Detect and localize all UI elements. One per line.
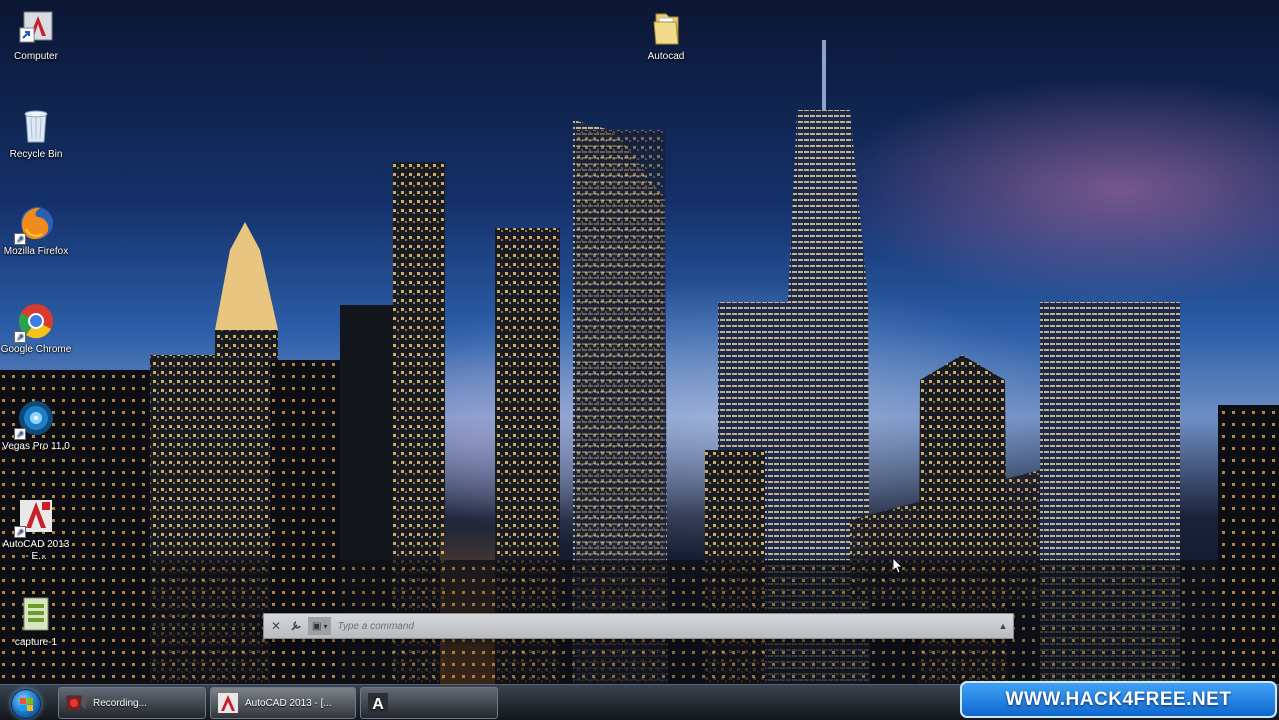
windows-logo-icon (11, 689, 41, 719)
city-skyline-wallpaper (0, 40, 1279, 720)
watermark-banner: WWW.HACK4FREE.NET (960, 681, 1277, 718)
autocad-text-icon: A (367, 692, 389, 714)
autocad-icon (217, 692, 239, 714)
shortcut-arrow-icon: ↗ (14, 428, 26, 440)
desktop-icon-chrome[interactable]: ↗ Google Chrome (0, 301, 72, 356)
desktop-icon-label: capture-1 (14, 637, 58, 648)
command-prompt-button[interactable]: ▣ ▾ (308, 617, 332, 635)
desktop-icon-label: Vegas Pro 11.0 (2, 441, 70, 452)
desktop-icon-capture[interactable]: capture-1 (0, 594, 72, 649)
desktop-icon-autocad[interactable]: ↗ AutoCAD 2013 - E... (0, 496, 72, 563)
desktop-icon-label: Computer (14, 51, 58, 62)
desktop-icon-firefox[interactable]: ↗ Mozilla Firefox (0, 203, 72, 258)
recording-icon (65, 692, 87, 714)
desktop-icon-label: Autocad (647, 51, 685, 62)
desktop-icon-label: Recycle Bin (9, 149, 63, 160)
mouse-cursor-icon (893, 558, 903, 574)
shortcut-arrow-icon: ↗ (14, 233, 26, 245)
file-icon (16, 594, 56, 634)
desktop-icon-label: AutoCAD 2013 - E... (2, 539, 70, 562)
chevron-down-icon: ▾ (323, 621, 328, 631)
taskbar-button-autocad-text[interactable]: A (360, 687, 498, 719)
command-line-bar[interactable]: ✕ ▣ ▾ ▲ (263, 613, 1014, 639)
desktop-icon-vegas-pro[interactable]: ↗ Vegas Pro 11.0 (0, 398, 72, 453)
folder-icon (646, 8, 686, 48)
desktop-icon-autocad-folder[interactable]: Autocad (630, 8, 702, 63)
taskbar-button-label: Recording... (93, 697, 147, 709)
recycle-bin-icon (16, 106, 56, 146)
shortcut-arrow-icon: ↗ (14, 331, 26, 343)
taskbar-button-recording[interactable]: Recording... (58, 687, 206, 719)
desktop-icon-label: Google Chrome (0, 344, 72, 355)
chevron-up-icon[interactable]: ▲ (997, 621, 1009, 631)
svg-text:A: A (372, 696, 384, 713)
shortcut-arrow-icon: ↗ (14, 526, 26, 538)
close-icon[interactable]: ✕ (268, 618, 284, 634)
command-prompt-icon: ▣ (312, 620, 322, 632)
desktop-icon-computer[interactable]: Computer (0, 8, 72, 63)
chrome-icon: ↗ (14, 301, 56, 343)
computer-icon (16, 8, 56, 48)
desktop-icon-label: Mozilla Firefox (3, 246, 69, 257)
start-button[interactable] (5, 687, 47, 720)
taskbar-button-autocad[interactable]: AutoCAD 2013 - [... (210, 687, 356, 719)
autocad-icon: ↗ (14, 496, 56, 538)
command-input[interactable] (337, 617, 997, 635)
wrench-icon[interactable] (288, 618, 304, 634)
vegas-pro-icon: ↗ (14, 398, 56, 440)
desktop-icon-recycle-bin[interactable]: Recycle Bin (0, 106, 72, 161)
taskbar-button-label: AutoCAD 2013 - [... (245, 697, 332, 709)
firefox-icon: ↗ (14, 203, 56, 245)
